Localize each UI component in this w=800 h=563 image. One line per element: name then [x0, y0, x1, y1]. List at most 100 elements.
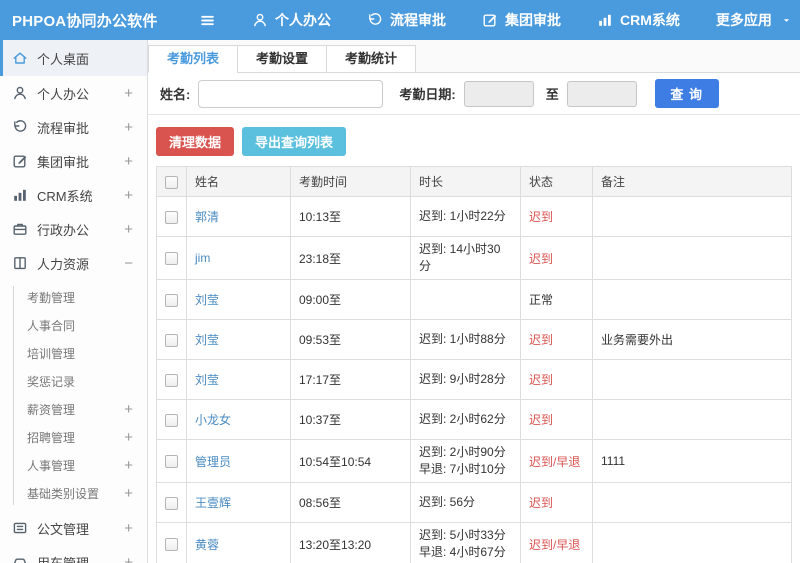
expand-toggle-icon[interactable]: + — [124, 222, 133, 237]
sidebar-item-label: CRM系统 — [37, 188, 93, 204]
nav-item-label: 流程审批 — [390, 12, 446, 28]
status-cell: 迟到 — [520, 482, 593, 523]
employee-name-link[interactable]: 黄蓉 — [195, 538, 219, 552]
home-icon — [12, 50, 28, 66]
row-checkbox[interactable] — [165, 496, 178, 510]
undo-icon — [12, 119, 28, 135]
filter-bar: 姓名: 考勤日期: 至 查 询 — [148, 73, 800, 115]
time-cell: 09:00至 — [290, 279, 411, 320]
main-layout: 个人桌面 个人办公 + 流程审批 + 集团审批 + CRM系统 + 行政办公 + 人力资源 − 考勤管理人… — [0, 40, 800, 563]
row-checkbox[interactable] — [165, 252, 178, 266]
time-cell: 10:13至 — [290, 196, 411, 237]
expand-toggle-icon[interactable]: + — [124, 430, 133, 445]
duration-line: 早退: 7小时10分 — [419, 462, 506, 476]
sidebar-subitem-training-management[interactable]: 培训管理 — [0, 339, 147, 367]
row-checkbox[interactable] — [165, 333, 178, 347]
name-filter-input[interactable] — [198, 79, 384, 108]
sidebar-subitem-reward-punishment[interactable]: 奖惩记录 — [0, 367, 147, 395]
duration-cell: 迟到: 1小时88分 — [410, 319, 521, 360]
status-badge: 正常 — [529, 293, 554, 307]
row-checkbox[interactable] — [165, 373, 178, 387]
date-to-input[interactable] — [566, 80, 637, 107]
row-checkbox[interactable] — [165, 293, 178, 307]
row-checkbox[interactable] — [165, 455, 178, 469]
name-filter-label: 姓名: — [160, 87, 191, 102]
expand-toggle-icon[interactable]: + — [124, 486, 133, 501]
sidebar-item-personal-office[interactable]: 个人办公 + — [0, 76, 147, 110]
tab-attendance-stats[interactable]: 考勤统计 — [326, 45, 417, 73]
column-header-name: 姓名 — [186, 166, 291, 197]
sidebar-subitem-recruitment-management[interactable]: 招聘管理 + — [0, 423, 147, 451]
sidebar-item-document-management[interactable]: 公文管理 + — [0, 511, 147, 545]
person-icon — [12, 85, 28, 101]
expand-toggle-icon[interactable]: + — [124, 402, 133, 417]
attendance-table: 姓名 考勤时间 时长 状态 备注 郭清 10:13至 迟到: 1小时22分 迟到 jim 23:1… — [156, 166, 792, 563]
duration-line: 迟到: 1小时88分 — [419, 332, 506, 346]
sidebar-subitem-label: 人事合同 — [27, 318, 76, 333]
employee-name-link[interactable]: 王壹辉 — [195, 496, 231, 510]
employee-name-link[interactable]: 郭清 — [195, 210, 219, 224]
table-row: 刘莹 09:53至 迟到: 1小时88分 迟到 业务需要外出 — [156, 319, 792, 360]
expand-toggle-icon[interactable]: + — [124, 188, 133, 203]
sidebar-subitem-attendance-management[interactable]: 考勤管理 — [0, 283, 147, 311]
table-body: 郭清 10:13至 迟到: 1小时22分 迟到 jim 23:18至 迟到: 14小时30分… — [156, 196, 792, 563]
note-cell — [592, 196, 792, 237]
expand-toggle-icon[interactable]: + — [124, 458, 133, 473]
expand-toggle-icon[interactable]: + — [124, 521, 133, 536]
employee-name-link[interactable]: 管理员 — [195, 455, 231, 469]
sidebar-item-admin-office[interactable]: 行政办公 + — [0, 212, 147, 246]
duration-cell: 迟到: 2小时62分 — [410, 399, 521, 440]
sidebar-item-crm-system[interactable]: CRM系统 + — [0, 178, 147, 212]
time-cell: 08:56至 — [290, 482, 411, 523]
column-header-note: 备注 — [592, 166, 792, 197]
sidebar-item-personal-desktop[interactable]: 个人桌面 — [0, 40, 147, 76]
row-checkbox[interactable] — [165, 210, 178, 224]
action-bar: 清理数据 导出查询列表 — [148, 115, 800, 166]
sidebar-item-vehicle-management[interactable]: 用车管理 + — [0, 545, 147, 563]
expand-toggle-icon[interactable]: + — [124, 154, 133, 169]
time-cell: 23:18至 — [290, 236, 411, 280]
expand-toggle-icon[interactable]: + — [124, 555, 133, 563]
row-checkbox[interactable] — [165, 413, 178, 427]
clear-data-button[interactable]: 清理数据 — [156, 127, 235, 156]
select-all-checkbox[interactable] — [165, 175, 178, 189]
row-select-cell — [156, 359, 187, 400]
row-checkbox[interactable] — [165, 538, 178, 552]
sidebar-subitem-label: 人事管理 — [27, 458, 76, 473]
date-from-input[interactable] — [463, 80, 534, 107]
nav-item-workflow-approval[interactable]: 流程审批 — [367, 10, 446, 30]
export-list-button[interactable]: 导出查询列表 — [242, 127, 347, 156]
sidebar-item-workflow-approval[interactable]: 流程审批 + — [0, 110, 147, 144]
employee-name-link[interactable]: 刘莹 — [195, 373, 219, 387]
employee-name-link[interactable]: 小龙女 — [195, 413, 231, 427]
sidebar-subitem-basic-category-settings[interactable]: 基础类别设置 + — [0, 479, 147, 507]
query-button[interactable]: 查 询 — [654, 79, 719, 108]
row-select-cell — [156, 196, 187, 237]
sidebar-subitem-hr-contract[interactable]: 人事合同 — [0, 311, 147, 339]
sidebar-subitem-personnel-management[interactable]: 人事管理 + — [0, 451, 147, 479]
table-row: 王壹辉 08:56至 迟到: 56分 迟到 — [156, 482, 792, 523]
sidebar-item-group-approval[interactable]: 集团审批 + — [0, 144, 147, 178]
sidebar-submenu: 考勤管理 人事合同 培训管理 奖惩记录 薪资管理 + 招聘管理 + 人事管理 + 基础类别设置 + — [0, 280, 147, 511]
duration-cell: 迟到: 2小时90分 早退: 7小时10分 — [410, 439, 521, 483]
name-cell: 郭清 — [186, 196, 291, 237]
employee-name-link[interactable]: 刘莹 — [195, 293, 219, 307]
row-select-cell — [156, 482, 187, 523]
tab-attendance-settings[interactable]: 考勤设置 — [237, 45, 328, 73]
employee-name-link[interactable]: jim — [195, 251, 210, 265]
status-badge: 迟到 — [529, 496, 554, 510]
tab-attendance-list[interactable]: 考勤列表 — [148, 45, 239, 73]
nav-item-label: 个人办公 — [275, 12, 331, 28]
table-row: jim 23:18至 迟到: 14小时30分 迟到 — [156, 236, 792, 280]
expand-toggle-icon[interactable]: + — [124, 120, 133, 135]
sidebar-item-human-resources[interactable]: 人力资源 − — [0, 246, 147, 280]
nav-item-group-approval[interactable]: 集团审批 — [482, 10, 561, 30]
nav-item-more-apps[interactable]: 更多应用 — [716, 10, 792, 30]
employee-name-link[interactable]: 刘莹 — [195, 333, 219, 347]
nav-item-personal-office[interactable]: 个人办公 — [252, 10, 331, 30]
expand-toggle-icon[interactable]: + — [124, 86, 133, 101]
menu-toggle-button[interactable] — [196, 9, 218, 31]
sidebar-subitem-salary-management[interactable]: 薪资管理 + — [0, 395, 147, 423]
expand-toggle-icon[interactable]: − — [124, 256, 133, 271]
nav-item-crm-system[interactable]: CRM系统 — [597, 10, 680, 30]
